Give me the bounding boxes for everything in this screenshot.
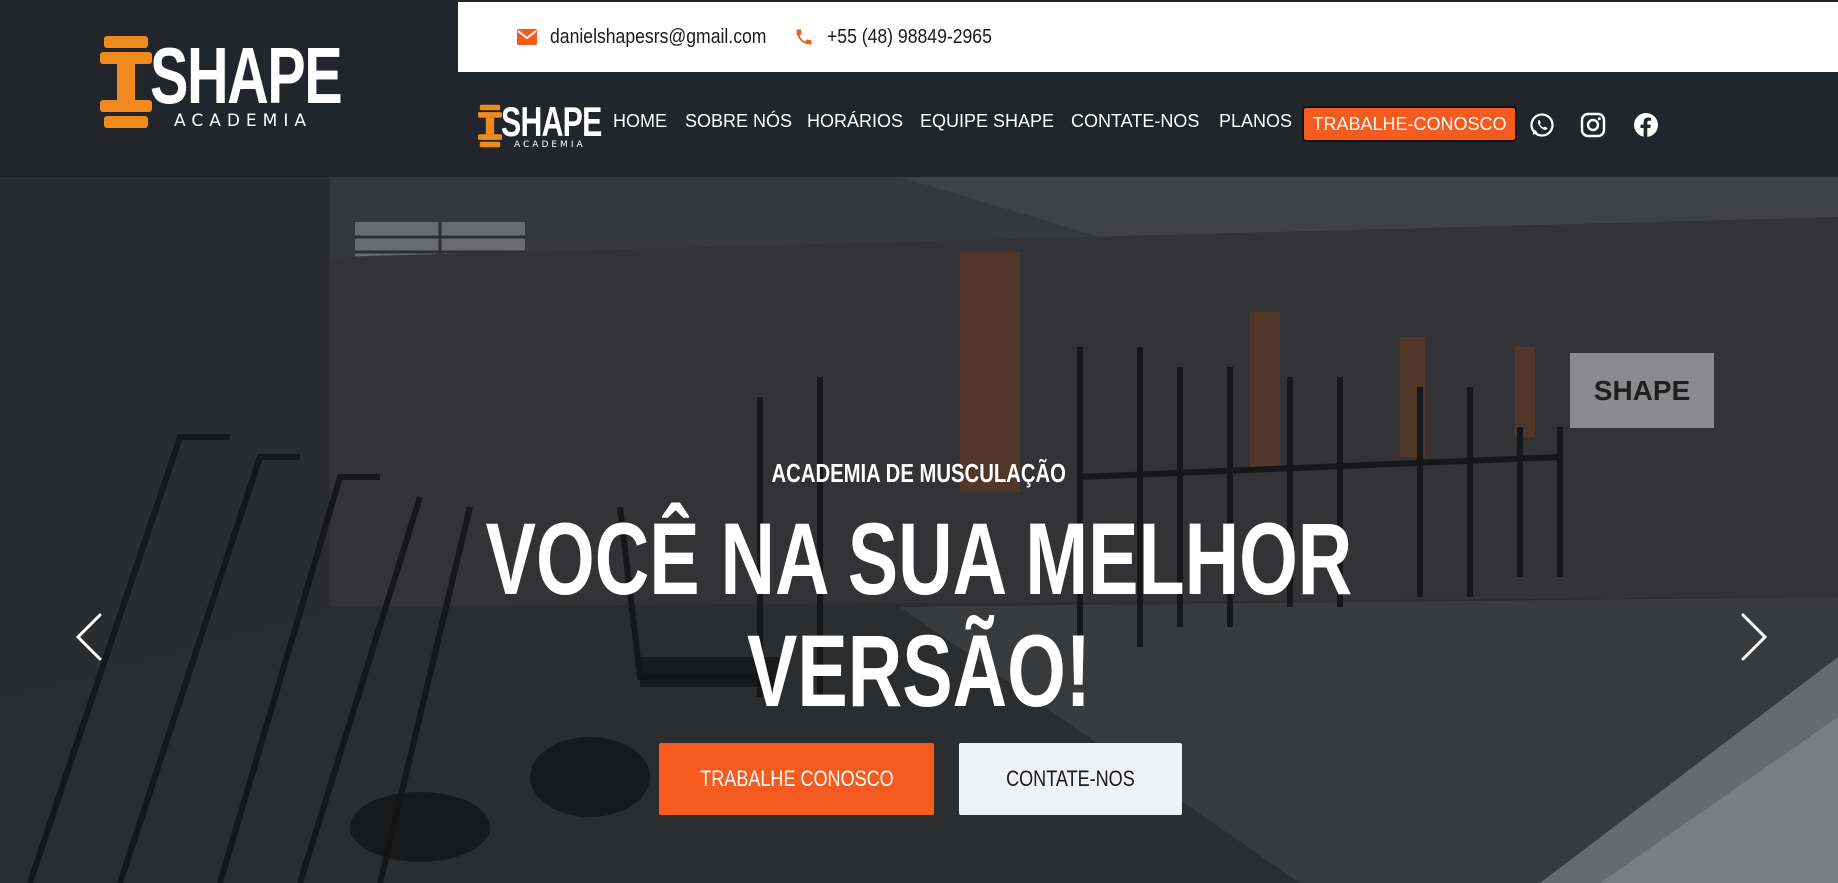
contate-nos-button[interactable]: CONTATE-NOS	[959, 743, 1182, 815]
hero-slider: SHAPE ACADEMIA DE MUSCULAÇÃO VOCÊ NA SUA…	[0, 177, 1838, 883]
whatsapp-icon[interactable]	[1529, 112, 1555, 138]
site-header: SHAPE ACADEMIA danielshapesrs@gmail.com …	[0, 0, 1838, 177]
nav-home[interactable]: HOME	[613, 111, 667, 132]
hero-title-line-2: VERSÃO!	[747, 614, 1091, 728]
nav-planos[interactable]: PLANOS	[1219, 111, 1292, 132]
dumbbell-icon	[100, 36, 152, 128]
phone-text: +55 (48) 98849-2965	[827, 25, 992, 48]
email-text: danielshapesrs@gmail.com	[550, 25, 767, 48]
nav-horarios[interactable]: HORÁRIOS	[807, 111, 903, 132]
envelope-icon	[516, 26, 538, 48]
facebook-icon[interactable]	[1633, 112, 1659, 138]
contact-bar: danielshapesrs@gmail.com +55 (48) 98849-…	[458, 2, 1838, 72]
nav-contate-nos[interactable]: CONTATE-NOS	[1071, 111, 1199, 132]
dumbbell-icon	[478, 104, 502, 148]
trabalhe-conosco-button[interactable]: TRABALHE CONOSCO	[659, 743, 934, 815]
hero-title: VOCÊ NA SUA MELHOR VERSÃO!	[0, 503, 1838, 727]
phone-icon	[793, 26, 815, 48]
email-contact[interactable]: danielshapesrs@gmail.com	[516, 2, 796, 72]
main-logo[interactable]: SHAPE ACADEMIA	[100, 31, 350, 134]
nav-logo-wordmark: SHAPE	[501, 98, 602, 145]
instagram-icon[interactable]	[1580, 112, 1606, 138]
nav-sobre-nos[interactable]: SOBRE NÓS	[685, 111, 792, 132]
phone-contact[interactable]: +55 (48) 98849-2965	[793, 2, 1014, 72]
hero-kicker: ACADEMIA DE MUSCULAÇÃO	[771, 458, 1067, 488]
logo-subtitle: ACADEMIA	[174, 111, 312, 131]
nav-equipe-shape[interactable]: EQUIPE SHAPE	[920, 111, 1054, 132]
nav-logo-subtitle: ACADEMIA	[514, 140, 586, 150]
hero-title-line-1: VOCÊ NA SUA MELHOR	[485, 502, 1353, 616]
trabalhe-conosco-nav-button[interactable]: TRABALHE-CONOSCO	[1302, 106, 1517, 142]
logo-wordmark: SHAPE	[150, 31, 343, 120]
nav-logo[interactable]: SHAPE ACADEMIA	[478, 98, 603, 155]
